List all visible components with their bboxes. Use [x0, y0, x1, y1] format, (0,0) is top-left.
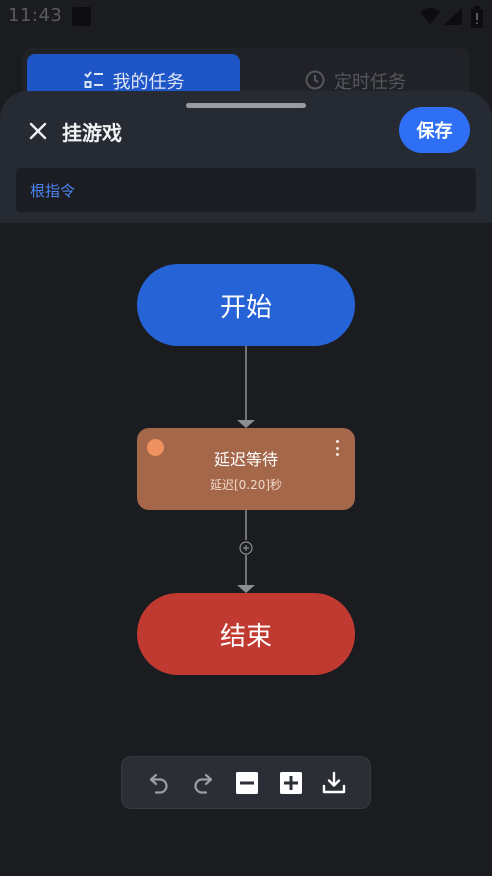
redo-icon: [194, 773, 213, 794]
start-node[interactable]: 开始: [137, 264, 355, 346]
undo-icon: [149, 773, 168, 794]
close-button[interactable]: [22, 115, 54, 147]
zoom-in-icon: [280, 772, 302, 794]
node-menu-icon[interactable]: [331, 440, 343, 456]
node-status-dot: [147, 439, 164, 456]
breadcrumb: 根指令: [16, 168, 476, 212]
drag-handle[interactable]: [186, 103, 306, 108]
delay-node[interactable]: 延迟等待 延迟[0.20]秒: [137, 428, 355, 510]
add-node-icon[interactable]: [239, 541, 253, 555]
redo-button[interactable]: [190, 770, 216, 796]
zoom-out-icon: [236, 772, 258, 794]
editor-sheet-header: 挂游戏 保存 根指令: [0, 91, 492, 223]
status-time: 11:43: [8, 5, 63, 26]
download-button[interactable]: [321, 770, 347, 796]
canvas-toolbar: [121, 756, 371, 809]
download-icon: [322, 771, 346, 794]
breadcrumb-root-link[interactable]: 根指令: [30, 180, 75, 201]
end-node[interactable]: 结束: [137, 593, 355, 675]
checklist-icon: [83, 71, 103, 88]
notification-icon: [72, 7, 91, 26]
zoom-in-button[interactable]: [278, 770, 304, 796]
close-icon: [29, 122, 47, 140]
schedule-icon: [305, 70, 325, 90]
delay-node-title: 延迟等待: [213, 449, 278, 469]
save-button[interactable]: 保存: [399, 107, 470, 153]
flow-canvas[interactable]: 开始 延迟等待 延迟[0.20]秒 结束: [0, 223, 492, 876]
battery-icon: [471, 6, 483, 28]
status-bar: 11:43: [0, 0, 492, 34]
delay-node-subtitle: 延迟[0.20]秒: [209, 477, 283, 492]
zoom-out-button[interactable]: [234, 770, 260, 796]
signal-icon: [444, 8, 462, 25]
undo-button[interactable]: [146, 770, 172, 796]
page-title: 挂游戏: [62, 121, 122, 145]
wifi-icon: [420, 8, 440, 24]
